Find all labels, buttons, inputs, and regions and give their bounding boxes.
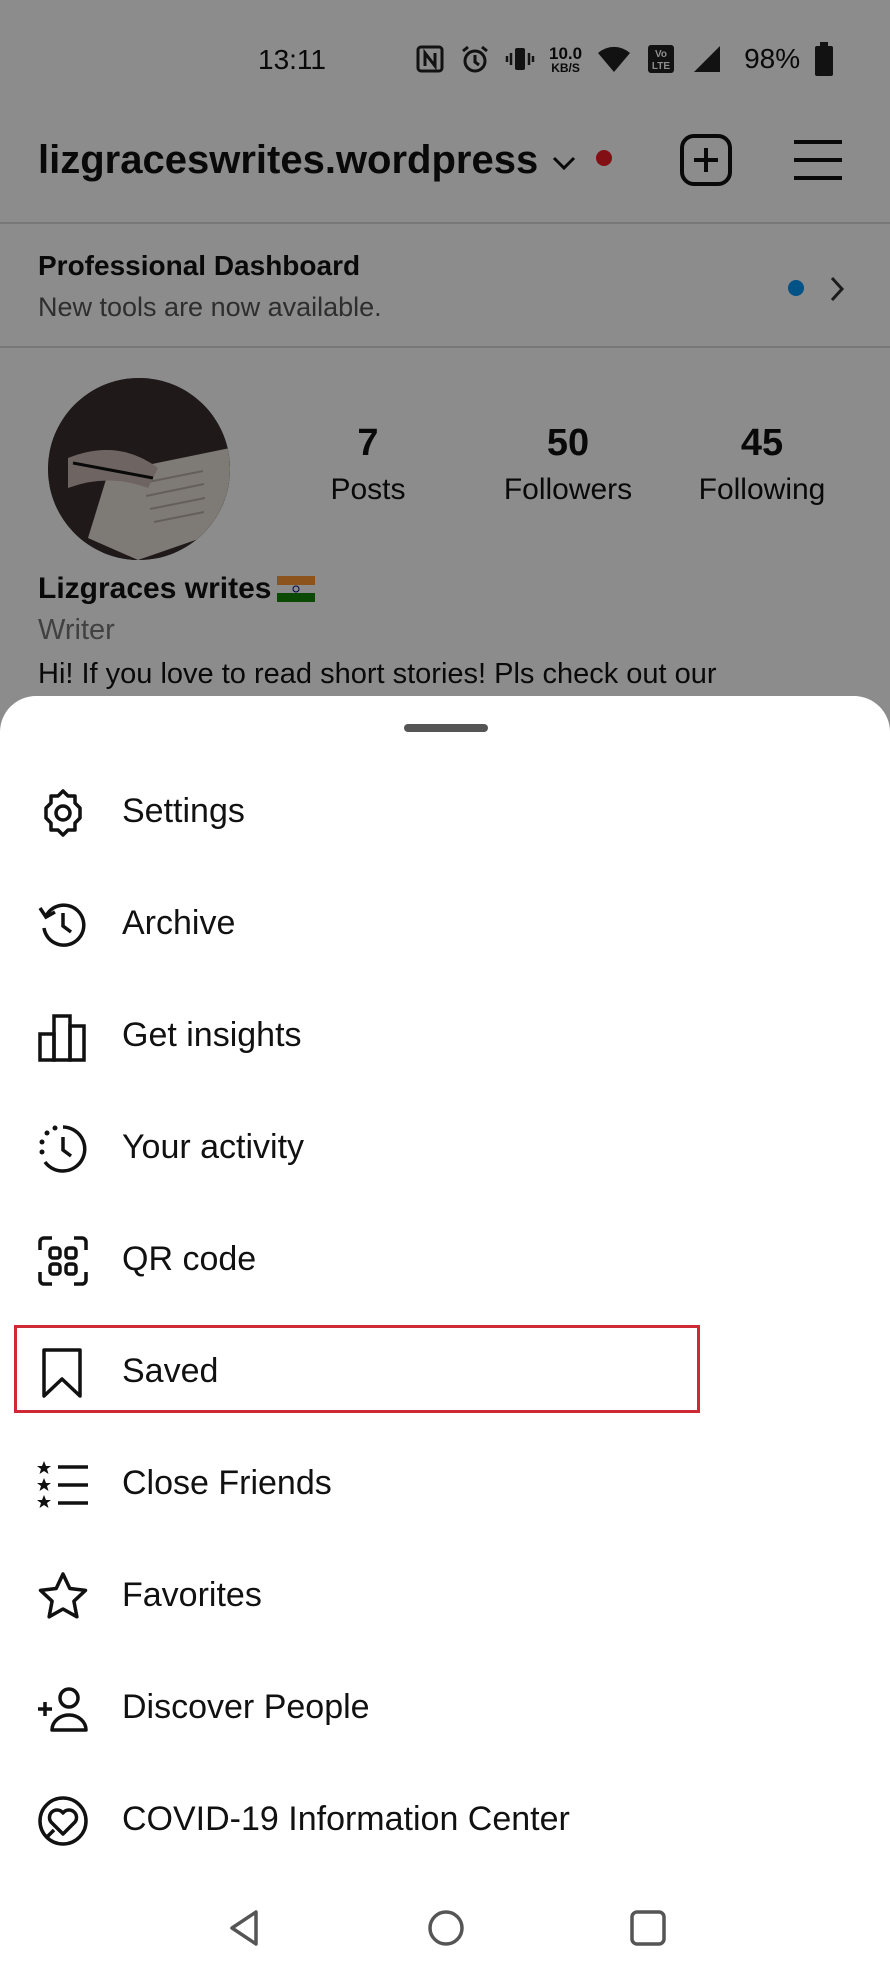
- menu-item-get-insights[interactable]: Get insights: [0, 980, 890, 1092]
- menu-item-covid-19-information-center[interactable]: COVID-19 Information Center: [0, 1764, 890, 1876]
- settings-gear-icon: [36, 786, 90, 840]
- qr-code-icon: [36, 1234, 90, 1288]
- insights-bar-chart-icon: [36, 1010, 90, 1064]
- menu-item-label: Discover People: [122, 1688, 370, 1726]
- recents-square-icon[interactable]: [624, 1904, 672, 1952]
- star-icon: [36, 1570, 90, 1624]
- menu-item-label: Favorites: [122, 1576, 262, 1614]
- menu-item-your-activity[interactable]: Your activity: [0, 1092, 890, 1204]
- menu-item-label: COVID-19 Information Center: [122, 1800, 570, 1838]
- menu-item-favorites[interactable]: Favorites: [0, 1540, 890, 1652]
- system-navigation-bar: [0, 1878, 890, 1978]
- add-person-icon: [36, 1682, 90, 1736]
- menu-item-label: Settings: [122, 792, 245, 830]
- menu-item-close-friends[interactable]: Close Friends: [0, 1428, 890, 1540]
- menu-item-settings[interactable]: Settings: [0, 756, 890, 868]
- menu-item-qr-code[interactable]: QR code: [0, 1204, 890, 1316]
- home-circle-icon[interactable]: [422, 1904, 470, 1952]
- back-triangle-icon[interactable]: [222, 1904, 270, 1952]
- menu-item-label: Get insights: [122, 1016, 302, 1054]
- menu-item-label: QR code: [122, 1240, 257, 1278]
- archive-history-icon: [36, 898, 90, 952]
- menu-item-label: Your activity: [122, 1128, 305, 1166]
- close-friends-list-icon: [36, 1458, 90, 1512]
- menu-item-label: Archive: [122, 904, 236, 942]
- menu-item-discover-people[interactable]: Discover People: [0, 1652, 890, 1764]
- menu-item-label: Close Friends: [122, 1464, 332, 1502]
- menu-item-archive[interactable]: Archive: [0, 868, 890, 980]
- activity-clock-icon: [36, 1122, 90, 1176]
- covid-heart-icon: [36, 1794, 90, 1848]
- saved-highlight-box: [14, 1325, 700, 1413]
- sheet-drag-handle[interactable]: [404, 724, 488, 732]
